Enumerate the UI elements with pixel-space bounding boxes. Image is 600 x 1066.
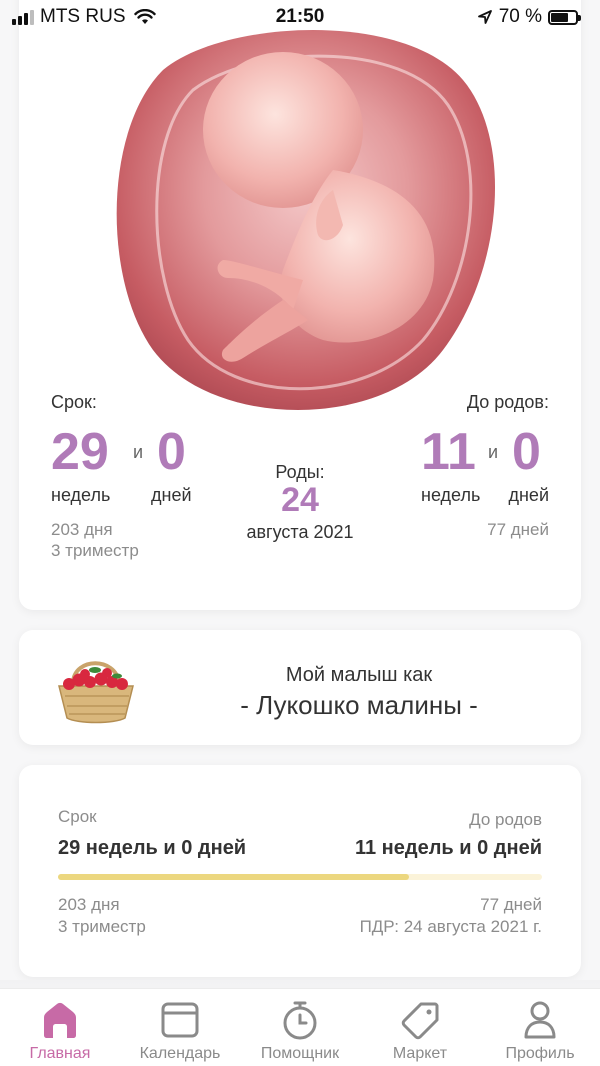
progress-term-label: Срок xyxy=(58,807,97,826)
progress-due-date: ПДР: 24 августа 2021 г. xyxy=(359,917,542,936)
until-days-unit: дней xyxy=(508,485,549,505)
until-and-label: и xyxy=(488,442,499,462)
birth-day: 24 xyxy=(281,481,319,519)
battery-icon xyxy=(548,9,581,25)
pregnancy-summary-card: Срок: 29 и 0 недель дней 203 дня 3 триме… xyxy=(19,0,581,610)
person-icon xyxy=(524,1001,556,1039)
tab-calendar-label: Календарь xyxy=(139,1045,221,1062)
tab-market-label: Маркет xyxy=(392,1045,448,1062)
baby-size-card[interactable]: Мой малыш как - Лукошко малины - xyxy=(19,630,581,745)
tab-calendar[interactable]: Календарь xyxy=(120,989,240,1063)
tab-market[interactable]: Маркет xyxy=(360,989,480,1063)
baby-size-intro: Мой малыш как xyxy=(285,664,433,686)
and-label: и xyxy=(133,442,144,462)
bottom-tab-bar: Главная Календарь Помощник Маркет Профил… xyxy=(0,988,600,1066)
calendar-icon xyxy=(161,1002,199,1038)
carrier-name: MTS RUS xyxy=(40,6,126,27)
tab-home[interactable]: Главная xyxy=(0,989,120,1063)
progress-term-value: 29 недель и 0 дней xyxy=(58,837,247,859)
tab-profile[interactable]: Профиль xyxy=(480,989,600,1063)
status-bar: MTS RUS 21:50 70 % xyxy=(0,0,600,34)
progress-left-days: 203 дня xyxy=(58,895,120,914)
tag-icon xyxy=(401,1002,439,1040)
pregnancy-progress-fill xyxy=(58,874,409,880)
stopwatch-icon xyxy=(283,1001,317,1040)
tab-profile-label: Профиль xyxy=(505,1045,575,1062)
pregnancy-progress-bar xyxy=(58,874,542,880)
until-weeks-value: 11 xyxy=(421,423,476,481)
progress-left-trimester: 3 триместр xyxy=(58,917,146,936)
home-icon xyxy=(44,1002,76,1038)
baby-size-name: - Лукошко малины - xyxy=(240,690,478,720)
until-total-days: 77 дней xyxy=(487,520,549,539)
until-weeks-unit: недель xyxy=(421,485,481,505)
birth-label: Роды: xyxy=(275,462,325,482)
cellular-signal-icon xyxy=(12,9,34,25)
raspberry-basket-image xyxy=(58,661,134,724)
wifi-icon xyxy=(133,9,156,24)
progress-until-value: 11 недель и 0 дней xyxy=(354,837,542,859)
battery-level xyxy=(551,12,568,22)
tab-assistant[interactable]: Помощник xyxy=(240,989,360,1063)
tab-assistant-label: Помощник xyxy=(260,1045,340,1062)
until-days-value: 0 xyxy=(512,423,541,481)
tab-home-label: Главная xyxy=(29,1045,91,1062)
progress-right-days: 77 дней xyxy=(480,895,542,914)
location-arrow-icon xyxy=(477,10,492,24)
fetus-illustration xyxy=(116,30,496,410)
progress-until-label: До родов xyxy=(469,810,542,829)
battery-percent: 70 % xyxy=(498,6,542,27)
trimester-label: 3 триместр xyxy=(51,541,139,560)
until-birth-label: До родов: xyxy=(466,392,549,412)
term-label: Срок: xyxy=(51,392,97,412)
progress-card: Срок До родов 29 недель и 0 дней 11 неде… xyxy=(19,765,581,977)
